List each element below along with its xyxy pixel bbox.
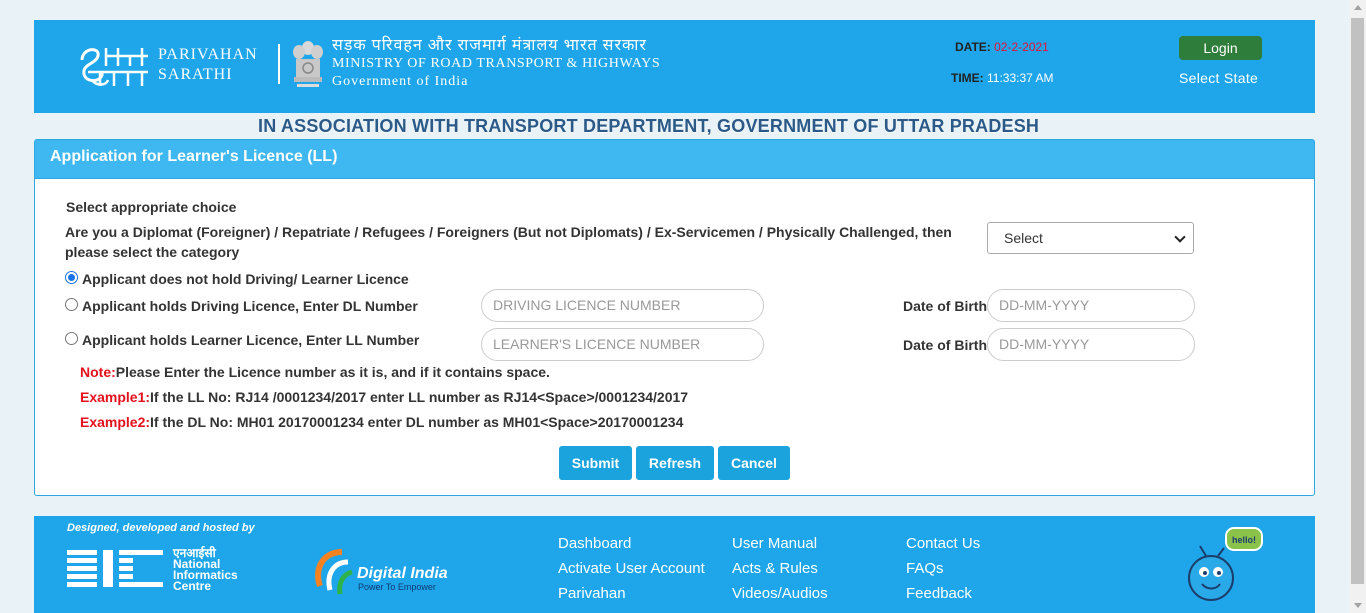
category-select-value: Select bbox=[1004, 230, 1043, 246]
ministry-title: सड़क परिवहन और राजमार्ग मंत्रालय भारत सर… bbox=[332, 37, 660, 91]
date-value: 02-2-2021 bbox=[994, 40, 1049, 54]
digital-india-tagline: Power To Empower bbox=[358, 582, 436, 592]
footer-link-activate-account[interactable]: Activate User Account bbox=[558, 560, 705, 577]
footer-link-contact-us[interactable]: Contact Us bbox=[906, 535, 980, 552]
mascot-bubble-text: hello! bbox=[1232, 535, 1256, 545]
example1-text: If the LL No: RJ14 /0001234/2017 enter L… bbox=[150, 389, 689, 405]
footer-link-videos-audios[interactable]: Videos/Audios bbox=[732, 585, 828, 602]
scroll-up-arrow-icon[interactable] bbox=[1354, 5, 1362, 10]
example1-line: Example1:If the LL No: RJ14 /0001234/201… bbox=[80, 389, 688, 405]
brand-line-parivahan: PARIVAHAN bbox=[158, 46, 258, 63]
vertical-scrollbar[interactable] bbox=[1349, 0, 1366, 613]
sarathi-logo bbox=[78, 42, 152, 88]
designed-by-text: Designed, developed and hosted by bbox=[67, 522, 255, 534]
date-label: DATE: bbox=[955, 40, 991, 54]
association-banner: IN ASSOCIATION WITH TRANSPORT DEPARTMENT… bbox=[258, 116, 1040, 136]
chevron-down-icon bbox=[1174, 231, 1186, 243]
ministry-english: MINISTRY OF ROAD TRANSPORT & HIGHWAYS bbox=[332, 56, 661, 71]
header-divider bbox=[278, 44, 280, 84]
category-select[interactable]: Select bbox=[987, 222, 1194, 254]
time-value: 11:33:37 AM bbox=[987, 71, 1054, 85]
footer-link-dashboard[interactable]: Dashboard bbox=[558, 535, 631, 552]
digital-india-logo-icon bbox=[312, 548, 354, 596]
note-text: Please Enter the Licence number as it is… bbox=[115, 364, 550, 380]
scrollbar-thumb[interactable] bbox=[1351, 18, 1364, 584]
example2-line: Example2:If the DL No: MH01 20170001234 … bbox=[80, 414, 683, 430]
submit-button[interactable]: Submit bbox=[559, 446, 632, 480]
ministry-hindi: सड़क परिवहन और राजमार्ग मंत्रालय भारत सर… bbox=[332, 37, 647, 54]
footer-link-parivahan[interactable]: Parivahan bbox=[558, 585, 626, 602]
footer-link-faqs[interactable]: FAQs bbox=[906, 560, 944, 577]
cancel-button[interactable]: Cancel bbox=[718, 446, 790, 480]
brand-line-sarathi: SARATHI bbox=[158, 66, 233, 83]
site-footer: Designed, developed and hosted by एनआईसी… bbox=[34, 516, 1315, 613]
refresh-button[interactable]: Refresh bbox=[636, 446, 714, 480]
digital-india-text: Digital India bbox=[357, 565, 448, 582]
brand-name: PARIVAHAN SARATHI bbox=[158, 45, 258, 85]
login-button[interactable]: Login bbox=[1179, 36, 1262, 60]
panel-title: Application for Learner's Licence (LL) bbox=[35, 140, 1314, 179]
date-display: DATE: 02-2-2021 bbox=[955, 40, 1049, 54]
national-emblem-icon bbox=[291, 38, 325, 90]
radio-holds-dl[interactable] bbox=[65, 298, 78, 311]
example2-label: Example2: bbox=[80, 414, 151, 430]
scroll-down-arrow-icon[interactable] bbox=[1354, 603, 1362, 608]
category-question-line2: please select the category bbox=[65, 244, 240, 260]
ll-number-input[interactable]: LEARNER'S LICENCE NUMBER bbox=[481, 328, 764, 361]
option-no-licence-label[interactable]: Applicant does not hold Driving/ Learner… bbox=[82, 271, 409, 287]
dob-label-ll: Date of Birth bbox=[903, 337, 987, 353]
example1-label: Example1: bbox=[80, 389, 151, 405]
option-ll-label[interactable]: Applicant holds Learner Licence, Enter L… bbox=[82, 332, 419, 348]
choice-heading: Select appropriate choice bbox=[66, 199, 237, 215]
time-display: TIME: 11:33:37 AM bbox=[951, 71, 1054, 85]
dob-label-dl: Date of Birth bbox=[903, 298, 987, 314]
chatbot-mascot-icon[interactable]: hello! bbox=[1184, 526, 1264, 606]
site-header: PARIVAHAN SARATHI सड़क परिवहन और राजमार्… bbox=[34, 20, 1315, 113]
note-label: Note: bbox=[80, 364, 116, 380]
select-state-link[interactable]: Select State bbox=[1179, 70, 1258, 86]
radio-no-licence[interactable] bbox=[65, 271, 78, 284]
footer-link-user-manual[interactable]: User Manual bbox=[732, 535, 817, 552]
note-line: Note:Please Enter the Licence number as … bbox=[80, 364, 550, 380]
learner-licence-panel: Application for Learner's Licence (LL) S… bbox=[34, 139, 1315, 496]
footer-link-acts-rules[interactable]: Acts & Rules bbox=[732, 560, 818, 577]
dl-number-input[interactable]: DRIVING LICENCE NUMBER bbox=[481, 289, 764, 322]
footer-link-feedback[interactable]: Feedback bbox=[906, 585, 972, 602]
option-dl-label[interactable]: Applicant holds Driving Licence, Enter D… bbox=[82, 298, 418, 314]
radio-holds-ll[interactable] bbox=[65, 332, 78, 345]
dob-input-dl[interactable]: DD-MM-YYYY bbox=[987, 289, 1195, 322]
nic-logo bbox=[67, 548, 167, 594]
example2-text: If the DL No: MH01 20170001234 enter DL … bbox=[150, 414, 684, 430]
category-question-line1: Are you a Diplomat (Foreigner) / Repatri… bbox=[65, 224, 952, 240]
nic-line3: Centre bbox=[173, 579, 212, 593]
time-label: TIME: bbox=[951, 71, 984, 85]
dob-input-ll[interactable]: DD-MM-YYYY bbox=[987, 328, 1195, 361]
government-of-india: Government of India bbox=[332, 74, 469, 89]
nic-name: एनआईसी National Informatics Centre bbox=[173, 547, 238, 593]
